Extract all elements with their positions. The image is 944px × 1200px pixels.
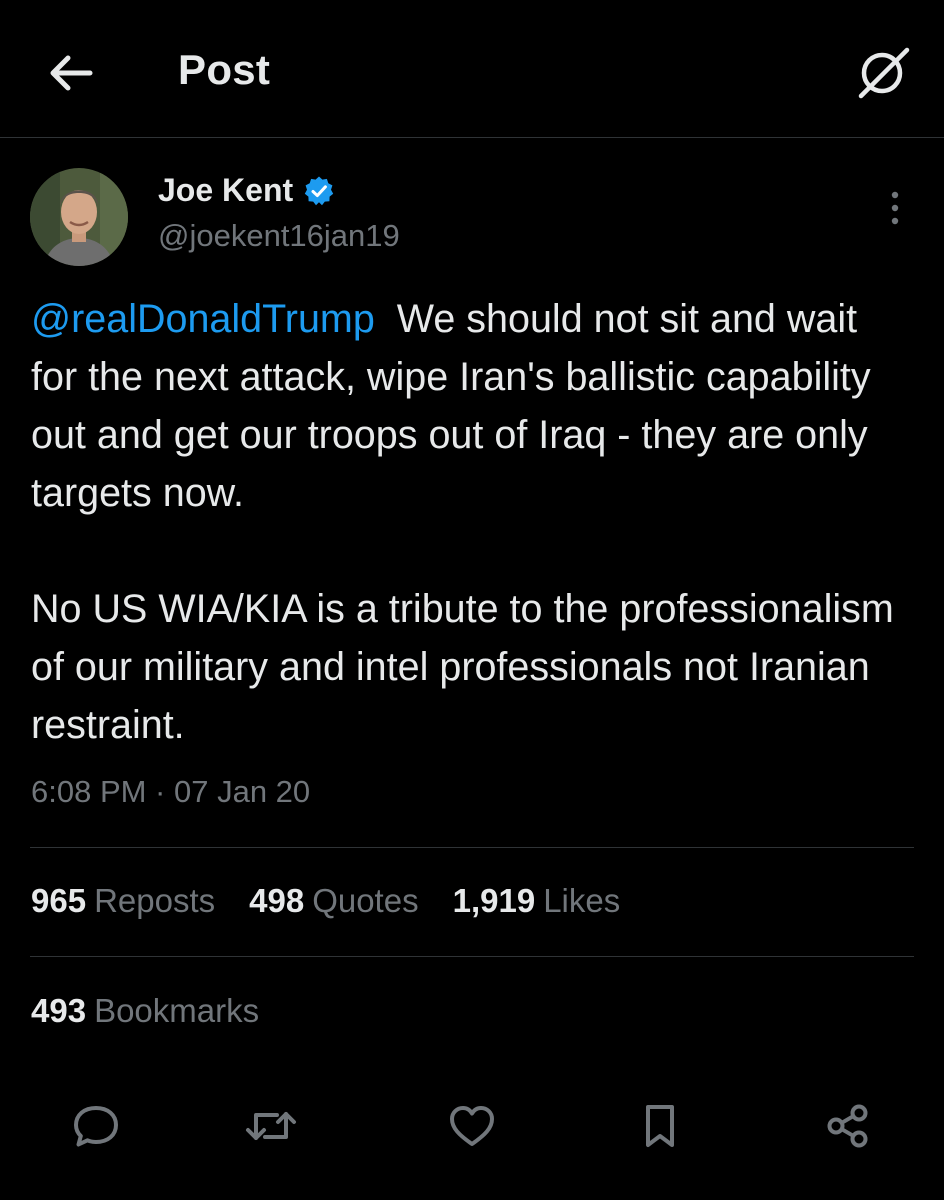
reply-button[interactable]: [68, 1098, 124, 1154]
reposts-stat[interactable]: 965 Reposts: [31, 882, 215, 920]
verified-badge-icon: [304, 176, 334, 205]
repost-button[interactable]: [243, 1098, 299, 1154]
divider: [30, 847, 914, 848]
arrow-left-icon: [50, 55, 93, 91]
quotes-count: 498: [249, 882, 305, 919]
reply-icon: [74, 1106, 118, 1147]
like-button[interactable]: [444, 1098, 500, 1154]
like-icon: [450, 1106, 494, 1146]
mention-link[interactable]: @realDonaldTrump: [31, 297, 375, 341]
quotes-stat[interactable]: 498 Quotes: [249, 882, 418, 920]
bookmark-icon: [646, 1105, 674, 1147]
post-text: @realDonaldTrump We should not sit and w…: [31, 290, 911, 754]
bookmarks-stat[interactable]: 493 Bookmarks: [31, 992, 259, 1030]
share-icon: [827, 1104, 868, 1148]
grok-icon: [858, 47, 910, 99]
likes-label: Likes: [543, 882, 621, 919]
post-paragraph-1: @realDonaldTrump We should not sit and w…: [31, 290, 911, 522]
reposts-count: 965: [31, 882, 87, 919]
author-handle[interactable]: @joekent16jan19: [158, 218, 400, 254]
author-name-row[interactable]: Joe Kent: [158, 172, 335, 209]
post-paragraph-2: No US WIA/KIA is a tribute to the profes…: [31, 587, 894, 747]
reposts-label: Reposts: [94, 882, 216, 919]
post-timestamp[interactable]: 6:08 PM · 07 Jan 20: [31, 774, 310, 810]
more-vertical-icon: [891, 191, 899, 225]
bookmark-button[interactable]: [632, 1098, 688, 1154]
more-options-button[interactable]: [876, 186, 914, 230]
repost-icon: [246, 1112, 296, 1140]
avatar[interactable]: [30, 168, 128, 266]
engagement-stats: 965 Reposts 498 Quotes 1,919 Likes: [31, 882, 654, 920]
display-name[interactable]: Joe Kent: [158, 172, 293, 209]
back-button[interactable]: [40, 45, 100, 101]
bookmarks-label: Bookmarks: [94, 992, 260, 1029]
page-title: Post: [178, 46, 271, 93]
grok-button[interactable]: [850, 42, 916, 102]
share-button[interactable]: [820, 1098, 876, 1154]
top-bar: Post: [0, 0, 944, 138]
divider: [30, 956, 914, 957]
likes-count: 1,919: [452, 882, 536, 919]
bookmarks-count: 493: [31, 992, 87, 1029]
quotes-label: Quotes: [312, 882, 419, 919]
likes-stat[interactable]: 1,919 Likes: [453, 882, 621, 920]
